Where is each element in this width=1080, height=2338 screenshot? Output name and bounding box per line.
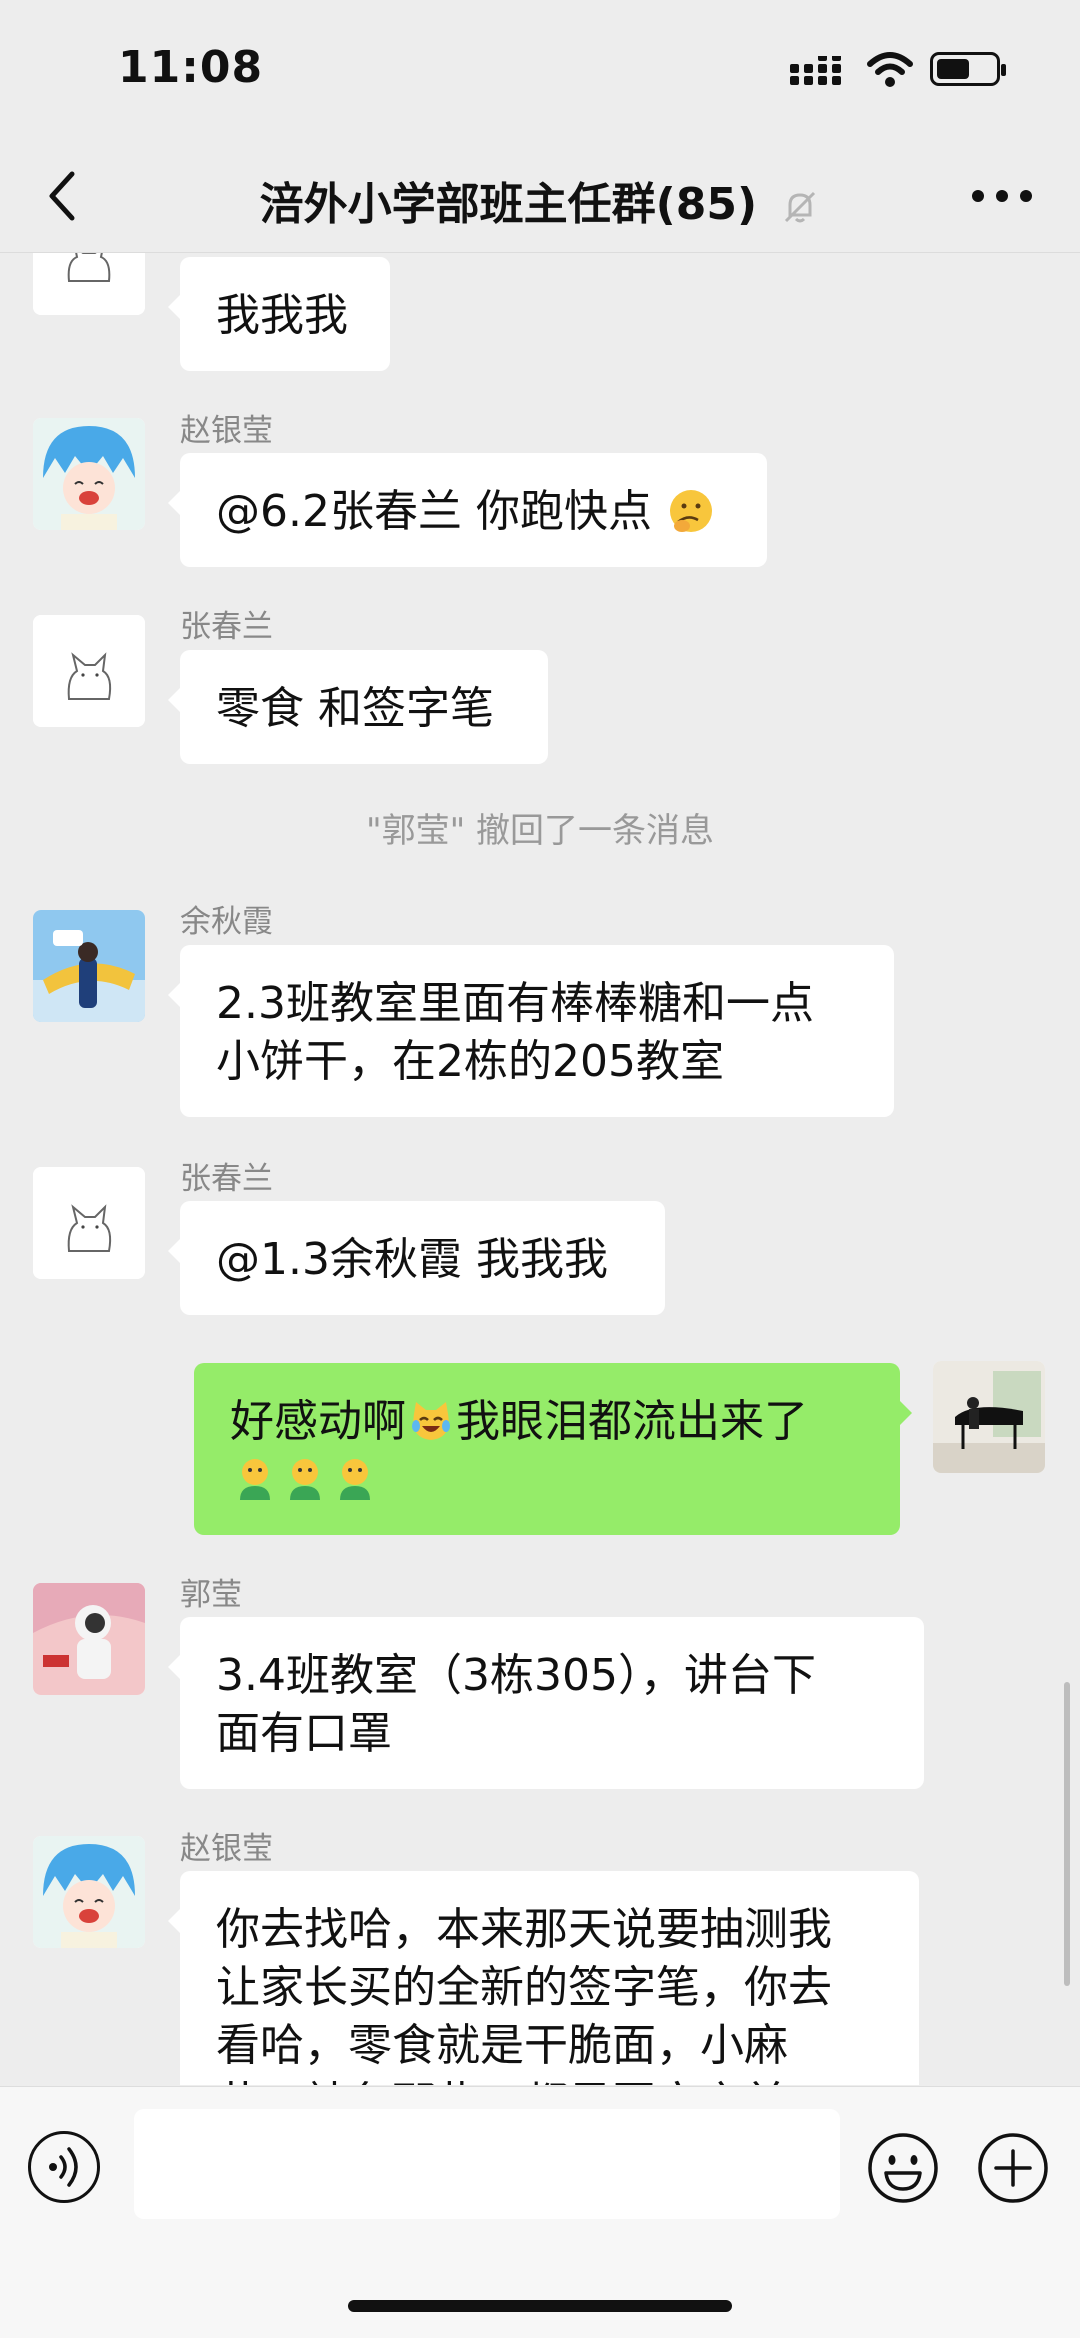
voice-icon: [49, 2147, 78, 2187]
message-bubble[interactable]: 我我我: [168, 257, 390, 371]
chat-header: 涪外小学部班主任群(85): [0, 140, 1080, 253]
avatar[interactable]: [33, 615, 145, 727]
avatar[interactable]: [33, 418, 145, 530]
photo-avatar-icon: [33, 910, 145, 1022]
battery-icon: [930, 52, 1006, 86]
green-figure-emoji-icon: [240, 1459, 270, 1500]
my-avatar[interactable]: [933, 1361, 1045, 1473]
message-bubble[interactable]: 零食 和签字笔: [168, 650, 548, 764]
thinking-face-emoji-icon: [669, 490, 712, 532]
sender-name: 张春兰: [180, 609, 273, 645]
message-line: 2.3班教室里面有棒棒糖和一点: [216, 978, 814, 1029]
crying-laughing-cat-emoji-icon: [412, 1402, 450, 1440]
status-bar: 11:08: [0, 0, 1080, 140]
sender-name: 赵银莹: [180, 1831, 273, 1867]
message-line: 花，辣条那些，都是回家之前: [216, 2075, 883, 2085]
message-input[interactable]: [134, 2109, 840, 2219]
cartoon-avatar-icon: [33, 418, 145, 530]
message-line: 你去找哈，本来那天说要抽测我: [216, 1904, 832, 1955]
green-figure-emoji-icon: [290, 1459, 320, 1500]
message-text: @1.3余秋霞 我我我: [216, 1234, 608, 1285]
message-bubble[interactable]: @1.3余秋霞 我我我: [168, 1201, 665, 1315]
message-bubble[interactable]: 3.4班教室（3栋305），讲台下 面有口罩: [168, 1617, 924, 1789]
voice-input-button[interactable]: [28, 2131, 100, 2203]
message-text: 零食 和签字笔: [216, 683, 494, 734]
emoji-row: [230, 1451, 864, 1509]
message-text: 好感动啊: [230, 1396, 406, 1447]
recall-notice: "郭莹" 撤回了一条消息: [365, 811, 715, 851]
message-line: 看哈，零食就是干脆面，小麻: [216, 2020, 788, 2071]
sender-name: 郭莹: [180, 1577, 242, 1613]
sender-name: 余秋霞: [180, 904, 273, 940]
status-time: 11:08: [118, 42, 264, 93]
scrollbar[interactable]: [1064, 1682, 1070, 1986]
wifi-icon: [867, 52, 913, 87]
home-indicator[interactable]: [348, 2300, 732, 2312]
piano-photo-avatar-icon: [933, 1361, 1045, 1473]
message-text: 我我我: [216, 290, 348, 341]
emoji-button-icon[interactable]: [866, 2131, 940, 2205]
green-figure-emoji-icon: [340, 1459, 370, 1500]
avatar[interactable]: [33, 1836, 145, 1948]
cat-avatar-icon: [33, 615, 145, 727]
message-bubble[interactable]: 你去找哈，本来那天说要抽测我 让家长买的全新的签字笔，你去 看哈，零食就是干脆面…: [168, 1871, 919, 2085]
message-line: 面有口罩: [216, 1708, 392, 1759]
avatar[interactable]: [33, 910, 145, 1022]
signal-icon: [790, 56, 841, 85]
avatar[interactable]: [33, 1583, 145, 1695]
message-line: 3.4班教室（3栋305），讲台下: [216, 1650, 816, 1701]
avatar[interactable]: [33, 1167, 145, 1279]
chat-title: 涪外小学部班主任群(85): [0, 168, 1080, 232]
cat-avatar-icon: [33, 1167, 145, 1279]
sender-name: 赵银莹: [180, 413, 273, 449]
message-list[interactable]: 我我我 赵银莹 @6.2张春兰 你跑快点 张春兰 零食 和签字笔 "郭莹" 撤回…: [0, 253, 1080, 2085]
message-line: 让家长买的全新的签字笔，你去: [216, 1962, 832, 2013]
avatar[interactable]: [33, 253, 145, 315]
my-message-bubble[interactable]: 好感动啊 我眼泪都流出来了: [194, 1363, 912, 1535]
more-options-icon[interactable]: [972, 190, 1032, 206]
add-more-button-icon[interactable]: [976, 2131, 1050, 2205]
message-bubble[interactable]: @6.2张春兰 你跑快点: [168, 453, 767, 567]
chat-title-text: 涪外小学部班主任群(85): [259, 179, 758, 230]
cartoon-avatar-icon: [33, 1836, 145, 1948]
cat-avatar-icon: [33, 253, 145, 315]
message-text: 我眼泪都流出来了: [456, 1396, 808, 1447]
muted-bell-icon: [785, 191, 816, 223]
message-text: @6.2张春兰 你跑快点: [216, 486, 652, 537]
astronaut-avatar-icon: [33, 1583, 145, 1695]
message-bubble[interactable]: 2.3班教室里面有棒棒糖和一点 小饼干，在2栋的205教室: [168, 945, 894, 1117]
message-line: 小饼干，在2栋的205教室: [216, 1036, 724, 1087]
sender-name: 张春兰: [180, 1161, 273, 1197]
